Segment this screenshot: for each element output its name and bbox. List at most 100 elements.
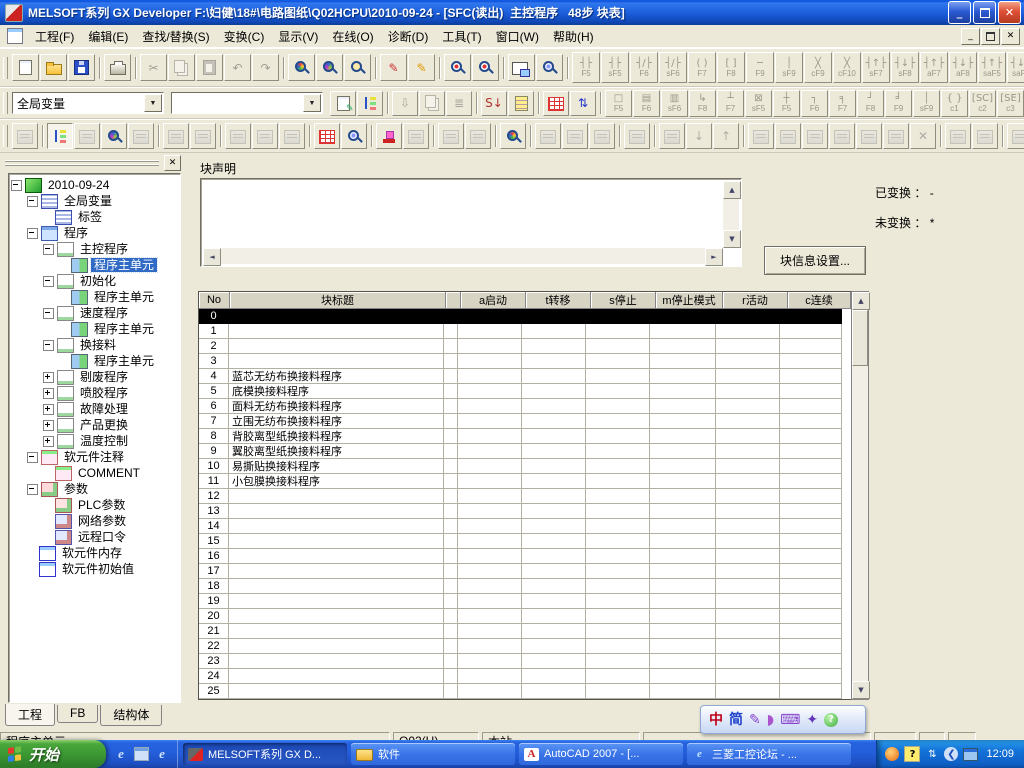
sfc-sF6-button[interactable]: ▥sF6 bbox=[661, 90, 688, 117]
tree-expander-icon[interactable] bbox=[43, 372, 54, 383]
cell[interactable] bbox=[444, 339, 458, 354]
row-number-cell[interactable]: 10 bbox=[199, 459, 229, 474]
cell[interactable] bbox=[586, 684, 650, 699]
help-tray-icon[interactable]: ? bbox=[904, 746, 920, 762]
cell[interactable] bbox=[716, 534, 780, 549]
ladder-sF5-button[interactable]: ┤├sF5 bbox=[601, 52, 629, 83]
cell[interactable] bbox=[780, 399, 842, 414]
tree-item-6[interactable]: 初始化 bbox=[11, 273, 180, 289]
cell[interactable] bbox=[586, 459, 650, 474]
tree-item-23[interactable]: 软元件内存 bbox=[11, 545, 180, 561]
cell[interactable] bbox=[586, 654, 650, 669]
mdi-restore-button[interactable] bbox=[981, 28, 1000, 45]
tree-item-19[interactable]: 参数 bbox=[11, 481, 180, 497]
cell[interactable] bbox=[586, 414, 650, 429]
tree-expander-icon[interactable] bbox=[43, 388, 54, 399]
cell[interactable] bbox=[650, 309, 716, 324]
new-button[interactable] bbox=[12, 54, 39, 81]
cell[interactable] bbox=[650, 624, 716, 639]
row-number-cell[interactable]: 12 bbox=[199, 489, 229, 504]
cell[interactable] bbox=[444, 549, 458, 564]
cell[interactable] bbox=[716, 399, 780, 414]
ladder-saF5-button[interactable]: ┤↑├saF5 bbox=[978, 52, 1006, 83]
cell[interactable] bbox=[522, 579, 586, 594]
table-row[interactable]: 20 bbox=[199, 609, 851, 624]
row-number-cell[interactable]: 22 bbox=[199, 639, 229, 654]
tree-item-14[interactable]: 故障处理 bbox=[11, 401, 180, 417]
tree-item-0[interactable]: 2010-09-24 bbox=[11, 177, 180, 193]
find-window-button[interactable] bbox=[101, 123, 127, 149]
copy-button[interactable] bbox=[168, 54, 195, 81]
block-list-button[interactable] bbox=[508, 91, 534, 116]
tree-item-12[interactable]: 剔废程序 bbox=[11, 369, 180, 385]
stop-monitor-button[interactable] bbox=[403, 123, 429, 149]
step-updown-1-button[interactable] bbox=[535, 123, 561, 149]
cell[interactable] bbox=[780, 384, 842, 399]
tree-expander-icon[interactable] bbox=[27, 196, 38, 207]
cell[interactable] bbox=[458, 309, 522, 324]
cell[interactable] bbox=[586, 639, 650, 654]
block-title-cell[interactable]: 蓝芯无纺布换接料程序 bbox=[229, 369, 444, 384]
cell[interactable] bbox=[650, 429, 716, 444]
row-number-cell[interactable]: 13 bbox=[199, 504, 229, 519]
device-list-button[interactable] bbox=[314, 123, 340, 149]
cell[interactable] bbox=[522, 639, 586, 654]
cell[interactable] bbox=[444, 654, 458, 669]
sfc-F8-button[interactable]: ↳F8 bbox=[689, 90, 716, 117]
sfc-F9-button[interactable]: ╛F9 bbox=[885, 90, 912, 117]
scrollbar-thumb[interactable] bbox=[852, 310, 868, 366]
cell[interactable] bbox=[586, 444, 650, 459]
table-row[interactable]: 17 bbox=[199, 564, 851, 579]
row-number-cell[interactable]: 7 bbox=[199, 414, 229, 429]
cell[interactable] bbox=[780, 474, 842, 489]
tree-item-5[interactable]: 程序主单元 bbox=[11, 257, 180, 273]
remote-operation-button[interactable] bbox=[163, 123, 189, 149]
menu-item-9[interactable]: 帮助(H) bbox=[546, 25, 601, 48]
cell[interactable] bbox=[586, 549, 650, 564]
cell[interactable] bbox=[458, 684, 522, 699]
tree-expander-icon[interactable] bbox=[43, 404, 54, 415]
row-number-cell[interactable]: 9 bbox=[199, 444, 229, 459]
ladder-sF8-button[interactable]: ┤↓├sF8 bbox=[891, 52, 919, 83]
copy-stack-button[interactable] bbox=[829, 123, 855, 149]
sfc-c3-button[interactable]: [SE]c3 bbox=[997, 90, 1024, 117]
sfc-sF9-button[interactable]: │sF9 bbox=[913, 90, 940, 117]
ladder-sF7-button[interactable]: ┤↑├sF7 bbox=[862, 52, 890, 83]
table-row[interactable]: 9翼胶离型纸换接料程序 bbox=[199, 444, 851, 459]
paste-up-button[interactable] bbox=[883, 123, 909, 149]
block-info-settings-button[interactable]: 块信息设置... bbox=[764, 246, 866, 275]
cell[interactable] bbox=[716, 624, 780, 639]
show-desktop-icon[interactable] bbox=[134, 747, 149, 761]
find-binoculars-button[interactable] bbox=[659, 123, 685, 149]
find-button[interactable] bbox=[288, 54, 315, 81]
block-title-cell[interactable] bbox=[229, 534, 444, 549]
cell[interactable] bbox=[716, 444, 780, 459]
cell[interactable] bbox=[444, 684, 458, 699]
cell[interactable] bbox=[780, 564, 842, 579]
scroll-down-icon[interactable]: ▼ bbox=[723, 230, 741, 248]
column-header-No[interactable]: No bbox=[199, 292, 230, 309]
toolbar-grip[interactable] bbox=[3, 92, 8, 114]
cell[interactable] bbox=[650, 594, 716, 609]
project-panel-close-icon[interactable]: ✕ bbox=[164, 155, 181, 171]
cell[interactable] bbox=[444, 624, 458, 639]
device-test-button[interactable] bbox=[444, 54, 471, 81]
cell[interactable] bbox=[716, 474, 780, 489]
window-switch-button[interactable] bbox=[508, 54, 535, 81]
cell[interactable] bbox=[458, 639, 522, 654]
ladder-F7-button[interactable]: ( )F7 bbox=[688, 52, 716, 83]
block-title-cell[interactable] bbox=[229, 309, 444, 324]
cell[interactable] bbox=[458, 504, 522, 519]
row-number-cell[interactable]: 0 bbox=[199, 309, 229, 324]
cell[interactable] bbox=[444, 609, 458, 624]
row-number-cell[interactable]: 21 bbox=[199, 624, 229, 639]
table-row[interactable]: 1 bbox=[199, 324, 851, 339]
cell[interactable] bbox=[780, 444, 842, 459]
row-number-cell[interactable]: 19 bbox=[199, 594, 229, 609]
cell[interactable] bbox=[458, 489, 522, 504]
cell[interactable] bbox=[650, 354, 716, 369]
cell[interactable] bbox=[458, 669, 522, 684]
cell[interactable] bbox=[522, 489, 586, 504]
table-row[interactable]: 10易撕贴换接料程序 bbox=[199, 459, 851, 474]
cell[interactable] bbox=[458, 369, 522, 384]
